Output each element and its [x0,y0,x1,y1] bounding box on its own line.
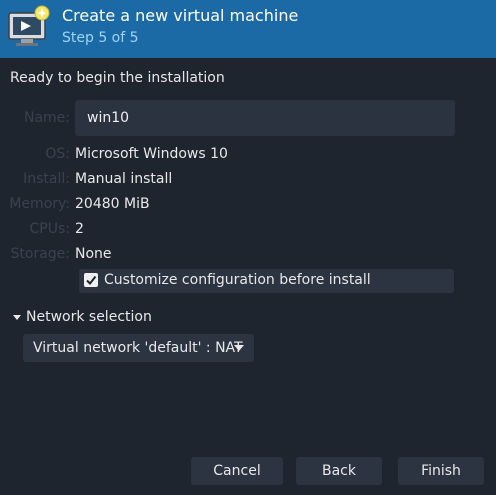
expander-arrow-icon [13,315,21,320]
checkmark-icon [86,275,97,286]
network-selection-label: Network selection [26,309,152,325]
install-value: Manual install [75,171,173,187]
network-source-value: Virtual network 'default' : NAT [33,340,243,356]
network-selection-expander[interactable]: Network selection [11,309,152,329]
install-label: Install: [23,171,70,187]
cpus-label: CPUs: [29,221,70,237]
customize-config-checkbox-row[interactable]: Customize configuration before install [79,269,454,293]
cancel-button[interactable]: Cancel [191,457,283,485]
storage-value: None [75,246,112,262]
summary-heading: Ready to begin the installation [10,70,225,86]
os-label: OS: [45,146,70,162]
network-source-dropdown[interactable]: Virtual network 'default' : NAT [23,334,254,362]
memory-value: 20480 MiB [75,196,150,212]
memory-label: Memory: [9,196,70,212]
chevron-down-icon [234,345,244,351]
cpus-value: 2 [75,221,84,237]
finish-button[interactable]: Finish [398,457,484,485]
customize-config-label: Customize configuration before install [104,272,371,288]
wizard-title: Create a new virtual machine [62,6,299,25]
name-label: Name: [23,110,70,126]
customize-config-checkbox[interactable] [84,273,98,287]
wizard-step: Step 5 of 5 [62,30,139,46]
back-button[interactable]: Back [296,457,382,485]
storage-label: Storage: [10,246,71,262]
os-value: Microsoft Windows 10 [75,146,228,162]
virtual-machine-icon [8,5,50,46]
vm-name-input[interactable] [75,100,455,136]
wizard-header: Create a new virtual machine Step 5 of 5 [0,0,496,58]
